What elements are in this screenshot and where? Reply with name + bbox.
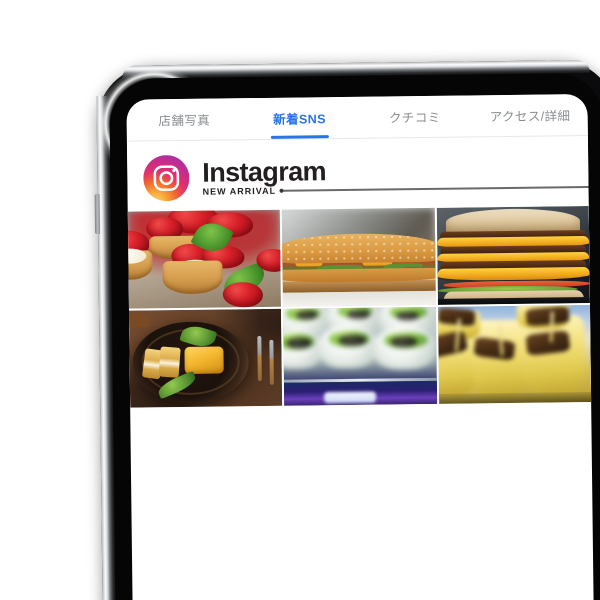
- header-rule: [279, 185, 589, 193]
- tab-access-details[interactable]: アクセス/詳細: [472, 94, 588, 136]
- tab-new-sns[interactable]: 新着SNS: [242, 97, 358, 139]
- photo-green-topped-pastries: [283, 306, 437, 406]
- gallery-item-strawberry-tarts[interactable]: [127, 209, 282, 309]
- phone-screen: 店舗写真 新着SNS クチコミ アクセス/詳細 Instagram NEW AR…: [126, 93, 595, 600]
- photo-rustic-skillet-plate: [128, 308, 283, 408]
- tab-label: クチコミ: [388, 110, 441, 126]
- photo-strawberry-tarts: [127, 209, 282, 309]
- photo-submarine-sandwich: [282, 207, 436, 307]
- tab-label: 新着SNS: [273, 112, 326, 127]
- gallery-item-yellow-skewered-bites[interactable]: [437, 304, 592, 404]
- tab-shop-photos[interactable]: 店舗写真: [126, 98, 242, 140]
- gallery-item-stacked-cheeseburger[interactable]: [436, 205, 590, 305]
- phone-device-mockup: 店舗写真 新着SNS クチコミ アクセス/詳細 Instagram NEW AR…: [94, 59, 600, 600]
- instagram-subtitle: NEW ARRIVAL: [202, 185, 277, 197]
- instagram-wordmark: Instagram NEW ARRIVAL: [202, 154, 589, 197]
- instagram-section-header: Instagram NEW ARRIVAL: [126, 135, 589, 212]
- gallery-item-green-topped-pastries[interactable]: [283, 306, 437, 406]
- tab-bar: 店舗写真 新着SNS クチコミ アクセス/詳細: [126, 93, 588, 142]
- gallery-item-submarine-sandwich[interactable]: [282, 207, 436, 307]
- tab-label: アクセス/詳細: [489, 109, 571, 125]
- header-rule-line: [283, 186, 589, 192]
- instagram-title: Instagram: [202, 155, 327, 188]
- phone-side-button[interactable]: [94, 193, 101, 235]
- tab-reviews[interactable]: クチコミ: [357, 95, 473, 137]
- instagram-photo-grid: [127, 205, 592, 408]
- screenshot-stage: 店舗写真 新着SNS クチコミ アクセス/詳細 Instagram NEW AR…: [0, 0, 600, 600]
- tab-label: 店舗写真: [158, 113, 211, 129]
- instagram-icon: [143, 155, 190, 202]
- gallery-item-rustic-skillet-plate[interactable]: [128, 308, 283, 408]
- photo-yellow-skewered-bites: [437, 304, 592, 404]
- photo-stacked-cheeseburger: [436, 205, 590, 305]
